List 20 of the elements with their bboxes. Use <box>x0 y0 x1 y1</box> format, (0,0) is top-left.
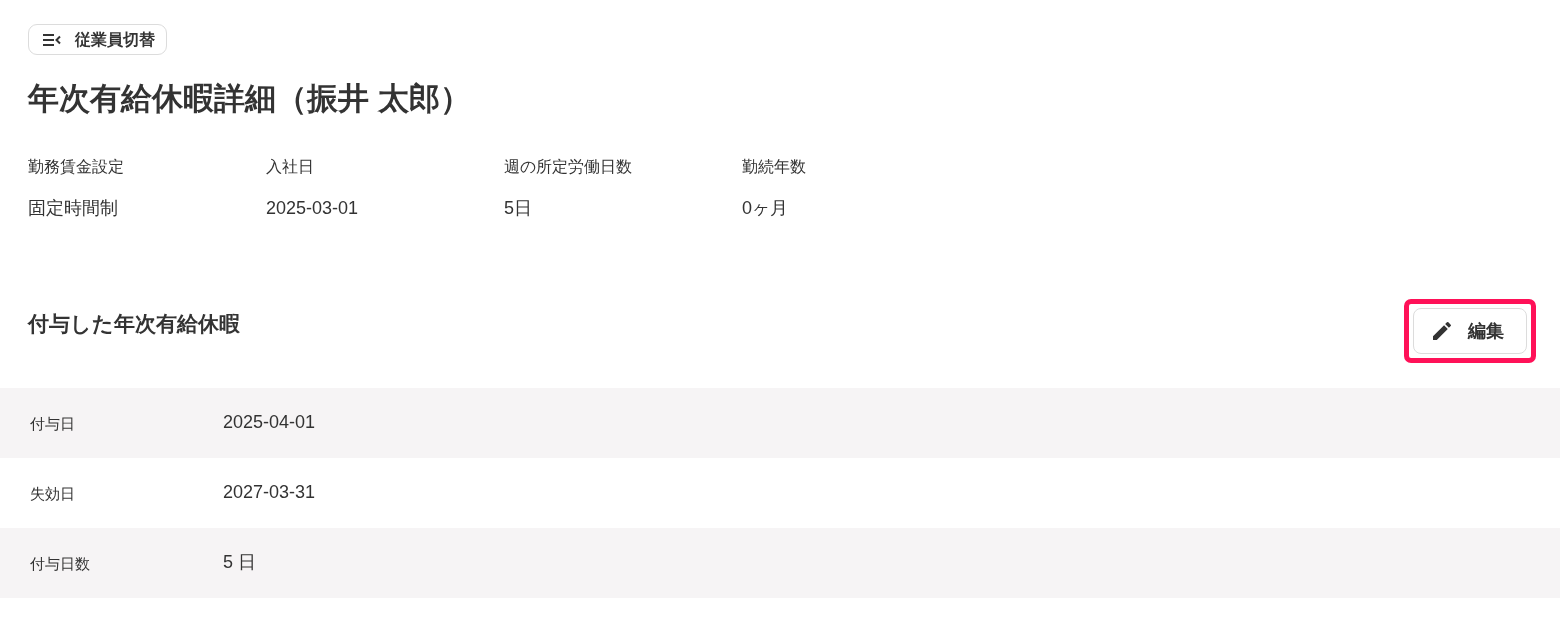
info-value: 0ヶ月 <box>742 197 788 219</box>
list-collapse-icon <box>43 33 61 46</box>
info-label: 週の所定労働日数 <box>504 157 632 177</box>
info-value: 2025-03-01 <box>266 197 359 219</box>
info-label: 入社日 <box>266 157 314 177</box>
detail-label: 付与日 <box>29 414 76 434</box>
page-title: 年次有給休暇詳細（振井 太郎） <box>28 80 471 118</box>
detail-value: 2025-04-01 <box>223 410 316 433</box>
detail-value: 2027-03-31 <box>223 480 316 503</box>
pencil-icon <box>1430 319 1454 343</box>
edit-button[interactable]: 編集 <box>1413 308 1527 354</box>
detail-label: 付与日数 <box>29 554 91 574</box>
detail-label: 失効日 <box>29 484 76 504</box>
info-label: 勤続年数 <box>742 157 806 177</box>
employee-switch-button[interactable]: 従業員切替 <box>28 24 167 55</box>
info-label: 勤務賃金設定 <box>28 157 124 177</box>
info-value: 固定時間制 <box>28 197 118 219</box>
detail-value: 5 日 <box>223 550 256 573</box>
info-value: 5日 <box>504 197 532 219</box>
section-title: 付与した年次有給休暇 <box>28 311 240 337</box>
